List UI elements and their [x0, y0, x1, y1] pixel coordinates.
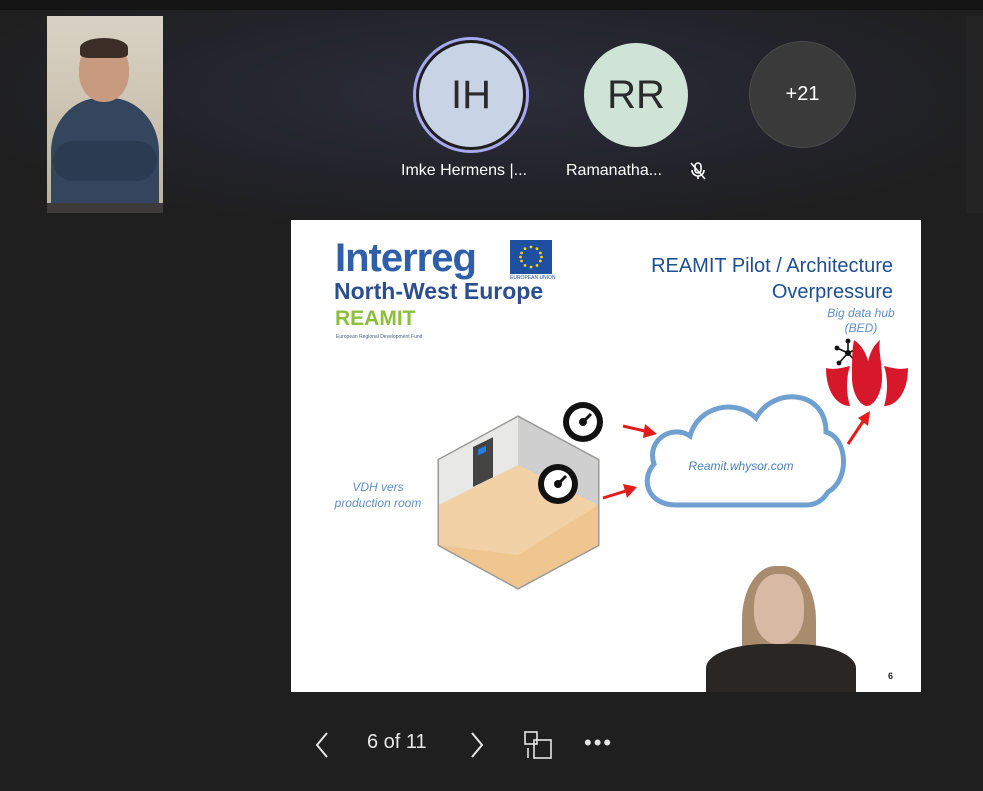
participant-name-rr: Ramanatha...: [566, 162, 663, 179]
mic-off-icon: [690, 162, 706, 180]
slide-counter: 6 of 11: [367, 731, 427, 753]
erdf-label: European Regional Development Fund: [336, 334, 423, 340]
avatar-initials: RR: [607, 72, 665, 117]
presenter-body: [706, 644, 856, 692]
slide-view-button[interactable]: [524, 730, 552, 760]
slide-controls: 6 of 11 •••: [0, 715, 983, 775]
slide-title-line1: REAMIT Pilot / Architecture: [651, 255, 893, 277]
participant-avatar-ih[interactable]: IH: [419, 43, 523, 147]
arrow-icon: [846, 411, 870, 445]
side-panel-edge: [966, 16, 983, 213]
presenter-video-overlay[interactable]: [694, 560, 864, 692]
arrow-icon: [602, 484, 637, 500]
self-video-tile[interactable]: [47, 16, 163, 213]
more-participants-button[interactable]: +21: [749, 41, 856, 148]
interreg-logo: Interreg: [335, 236, 477, 280]
reamit-logo-text: REAMIT: [335, 307, 416, 330]
cloud-icon: [644, 394, 846, 508]
overflow-count: +21: [785, 83, 820, 105]
top-bar: [0, 0, 983, 10]
slide-title: REAMIT Pilot / Architecture Overpressure: [651, 253, 893, 305]
participant-name-ih: Imke Hermens |...: [401, 162, 527, 179]
big-data-hub-text: Big data hub: [827, 306, 895, 320]
avatar-initials: IH: [451, 72, 491, 117]
arrow-icon: [622, 424, 657, 438]
eu-flag-icon: [510, 240, 552, 274]
previous-slide-button[interactable]: [313, 730, 331, 760]
pressure-gauge-icon: [538, 464, 578, 504]
next-slide-button[interactable]: [468, 730, 486, 760]
video-floor: [47, 203, 163, 213]
video-person-arms: [53, 141, 157, 181]
bed-text: (BED): [844, 321, 878, 335]
big-data-hub-label: Big data hub (BED): [811, 306, 911, 336]
vdh-label-line1: VDH vers: [352, 480, 404, 494]
vdh-room-label: VDH vers production room: [323, 479, 433, 511]
slide-number: 6: [888, 671, 894, 681]
presenter-face: [754, 574, 804, 644]
more-options-button[interactable]: •••: [584, 732, 612, 757]
video-person-hair: [80, 38, 128, 58]
nwe-logo-text: North-West Europe: [334, 278, 544, 304]
pressure-gauge-icon: [563, 402, 603, 442]
participant-avatar-rr[interactable]: RR: [584, 43, 688, 147]
shared-presentation-slide: Interreg EUROPEAN UNION North-West Europ…: [291, 220, 921, 692]
slide-title-line2: Overpressure: [771, 281, 893, 303]
cloud-label: Reamit.whysor.com: [688, 459, 794, 473]
vdh-label-line2: production room: [334, 496, 422, 510]
